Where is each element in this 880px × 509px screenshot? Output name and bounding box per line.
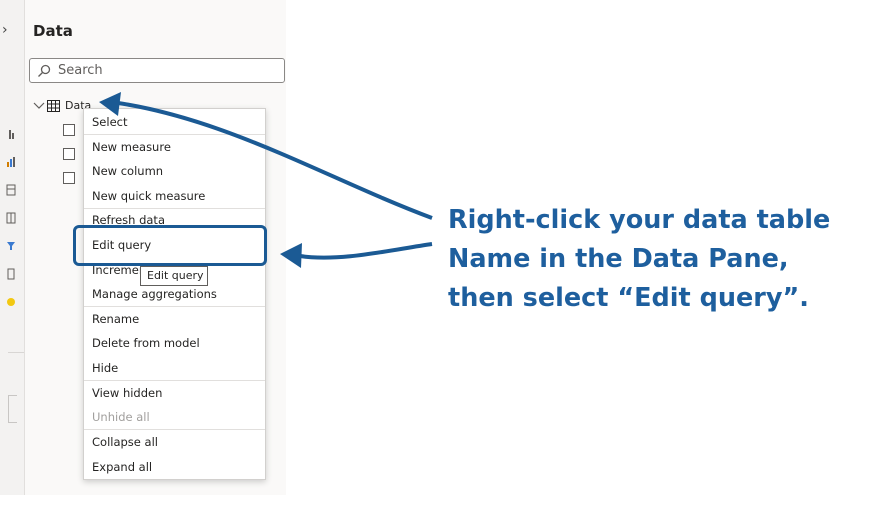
instruction-line: Name in the Data Pane,: [448, 244, 789, 274]
instruction-line: Right-click your data table: [448, 205, 831, 235]
arrow-to-edit-query: [299, 242, 433, 260]
arrowhead-icon: [280, 243, 302, 268]
arrow-to-table-name: [117, 101, 433, 220]
instruction-line: then select “Edit query”.: [448, 283, 809, 313]
arrowhead-icon: [99, 92, 121, 116]
instruction-text: Right-click your data table Name in the …: [448, 201, 868, 318]
